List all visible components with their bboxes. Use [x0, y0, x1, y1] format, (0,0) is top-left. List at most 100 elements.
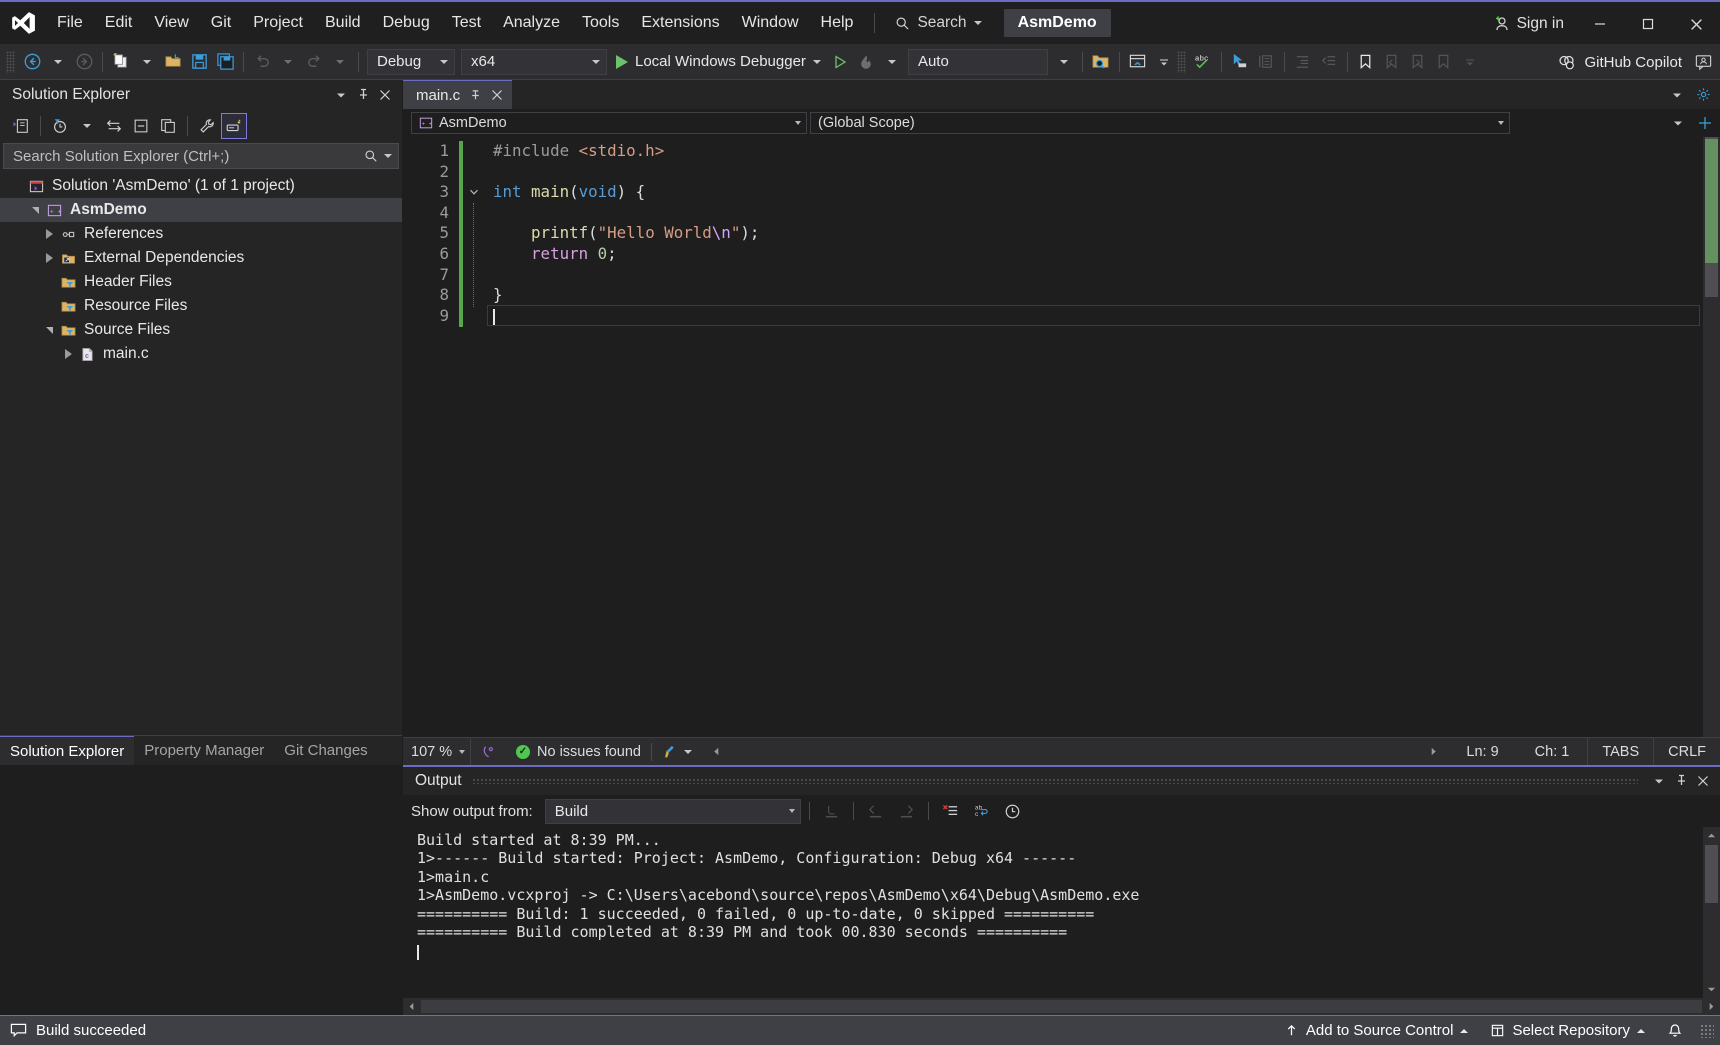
- redo-button[interactable]: [301, 48, 327, 76]
- hot-reload-dropdown[interactable]: [879, 48, 905, 76]
- menu-test[interactable]: Test: [441, 1, 492, 45]
- search-solution-explorer-input[interactable]: Search Solution Explorer (Ctrl+;): [3, 143, 399, 169]
- code-cleanup-button[interactable]: [652, 744, 702, 759]
- line-endings-indicator[interactable]: CRLF: [1653, 737, 1720, 766]
- code-text-area[interactable]: #include <stdio.h> int main(void) { prin…: [459, 137, 1720, 737]
- undo-dropdown[interactable]: [275, 48, 301, 76]
- auto-combo[interactable]: Auto: [907, 48, 1048, 75]
- menu-window[interactable]: Window: [731, 1, 810, 45]
- decrease-indent-button[interactable]: [1316, 48, 1342, 76]
- window-layout-button[interactable]: [1125, 48, 1151, 76]
- menu-project[interactable]: Project: [242, 1, 314, 45]
- tab-list-dropdown-icon[interactable]: [1666, 84, 1688, 106]
- scroll-left-arrow[interactable]: [702, 747, 731, 756]
- navigate-backward-button[interactable]: [19, 48, 45, 76]
- output-source-combo[interactable]: Build: [544, 798, 801, 824]
- twisty-closed[interactable]: [59, 349, 77, 359]
- tabs-mode-indicator[interactable]: TABS: [1587, 737, 1653, 766]
- twisty-open[interactable]: [40, 326, 58, 334]
- menu-debug[interactable]: Debug: [372, 1, 441, 45]
- tree-item-external-dependencies[interactable]: External Dependencies: [0, 246, 402, 270]
- issues-status[interactable]: ✓ No issues found: [506, 744, 651, 760]
- panel-drag-dots[interactable]: [471, 778, 1638, 784]
- split-editor-icon[interactable]: [1694, 112, 1716, 134]
- toolbar-grip-2[interactable]: [1176, 50, 1186, 73]
- toggle-word-wrap-button[interactable]: ab c: [968, 798, 995, 824]
- search-icon[interactable]: [364, 149, 378, 163]
- clear-bookmarks-button[interactable]: [1431, 48, 1457, 76]
- tab-property-manager[interactable]: Property Manager: [134, 736, 274, 765]
- tree-item-resource-files[interactable]: Resource Files: [0, 294, 402, 318]
- tree-item-asmdemo-project[interactable]: + + AsmDemo: [0, 198, 402, 222]
- intellicode-status[interactable]: [471, 744, 506, 759]
- menu-git[interactable]: Git: [200, 1, 242, 45]
- code-editor[interactable]: 1 2 3 4 5 6 7 8 9 #include <stdio.h> int…: [403, 137, 1720, 737]
- github-copilot-label[interactable]: GitHub Copilot: [1584, 54, 1682, 71]
- previous-bookmark-button[interactable]: [1379, 48, 1405, 76]
- next-message-button[interactable]: [893, 798, 920, 824]
- scrollbar-thumb[interactable]: [1705, 845, 1718, 903]
- output-vertical-scrollbar[interactable]: [1703, 827, 1720, 998]
- go-to-message-button[interactable]: [818, 798, 845, 824]
- save-all-button[interactable]: [212, 48, 238, 76]
- auto-combo-dropdown[interactable]: [1051, 48, 1077, 76]
- global-search-box[interactable]: Search: [885, 9, 991, 37]
- collapse-all-icon[interactable]: [128, 113, 154, 139]
- output-text-area[interactable]: Build started at 8:39 PM... 1>------ Bui…: [403, 827, 1720, 998]
- scroll-right-arrow[interactable]: [1419, 747, 1448, 756]
- window-maximize-button[interactable]: [1624, 2, 1672, 46]
- new-project-dropdown[interactable]: [134, 48, 160, 76]
- close-icon[interactable]: [374, 84, 396, 106]
- nav-dropdown-icon[interactable]: [1667, 112, 1689, 134]
- start-debugging-button[interactable]: Local Windows Debugger: [610, 48, 827, 76]
- scrollbar-thumb[interactable]: [1705, 137, 1718, 297]
- next-bookmark-button[interactable]: [1405, 48, 1431, 76]
- redo-dropdown[interactable]: [327, 48, 353, 76]
- pending-changes-filter-icon[interactable]: [47, 113, 73, 139]
- member-scope-combo[interactable]: (Global Scope): [810, 112, 1510, 134]
- close-icon[interactable]: [491, 89, 503, 101]
- save-button[interactable]: [186, 48, 212, 76]
- previous-message-button[interactable]: [862, 798, 889, 824]
- twisty-open[interactable]: [26, 206, 44, 214]
- resize-grip[interactable]: [1700, 1023, 1714, 1038]
- chevron-down-icon[interactable]: [384, 154, 392, 158]
- window-minimize-button[interactable]: [1576, 2, 1624, 46]
- show-timestamps-button[interactable]: [999, 798, 1026, 824]
- tree-item-header-files[interactable]: Header Files: [0, 270, 402, 294]
- editor-zoom-combo[interactable]: 107 %: [403, 738, 471, 765]
- menu-analyze[interactable]: Analyze: [492, 1, 571, 45]
- close-icon[interactable]: [1692, 770, 1714, 792]
- notifications-button[interactable]: [1656, 1016, 1694, 1045]
- pin-icon[interactable]: [352, 84, 374, 106]
- pin-icon[interactable]: [1670, 770, 1692, 792]
- menu-help[interactable]: Help: [810, 1, 865, 45]
- sign-in-button[interactable]: Sign in: [1481, 2, 1576, 46]
- tree-item-source-files[interactable]: Source Files: [0, 318, 402, 342]
- twisty-closed[interactable]: [40, 229, 58, 239]
- show-all-files-icon[interactable]: [155, 113, 181, 139]
- properties-wrench-icon[interactable]: [194, 113, 220, 139]
- output-horizontal-scrollbar[interactable]: [403, 998, 1720, 1015]
- navigate-forward-button[interactable]: [71, 48, 97, 76]
- menu-file[interactable]: File: [46, 1, 94, 45]
- toggle-outline-button[interactable]: [1253, 48, 1279, 76]
- add-to-source-control-button[interactable]: Add to Source Control: [1273, 1016, 1480, 1045]
- toggle-bookmark-button[interactable]: [1353, 48, 1379, 76]
- document-tab-main-c[interactable]: main.c: [403, 80, 513, 109]
- tree-item-main-c[interactable]: c main.c: [0, 342, 402, 366]
- tree-item-solution[interactable]: Solution 'AsmDemo' (1 of 1 project): [0, 174, 402, 198]
- new-project-button[interactable]: [108, 48, 134, 76]
- toolbar-grip[interactable]: [6, 50, 15, 73]
- solution-platform-combo[interactable]: x64: [461, 48, 607, 75]
- clear-output-button[interactable]: [937, 798, 964, 824]
- menu-edit[interactable]: Edit: [94, 1, 144, 45]
- twisty-closed[interactable]: [40, 253, 58, 263]
- solution-explorer-switch-views-icon[interactable]: [8, 113, 34, 139]
- copilot-chat-button[interactable]: [1690, 48, 1716, 76]
- bookmarks-dropdown[interactable]: [1457, 48, 1483, 76]
- editor-settings-gear-icon[interactable]: [1692, 84, 1714, 106]
- select-pointer-button[interactable]: [1227, 48, 1253, 76]
- panel-menu-button[interactable]: [1648, 770, 1670, 792]
- tab-git-changes[interactable]: Git Changes: [274, 736, 377, 765]
